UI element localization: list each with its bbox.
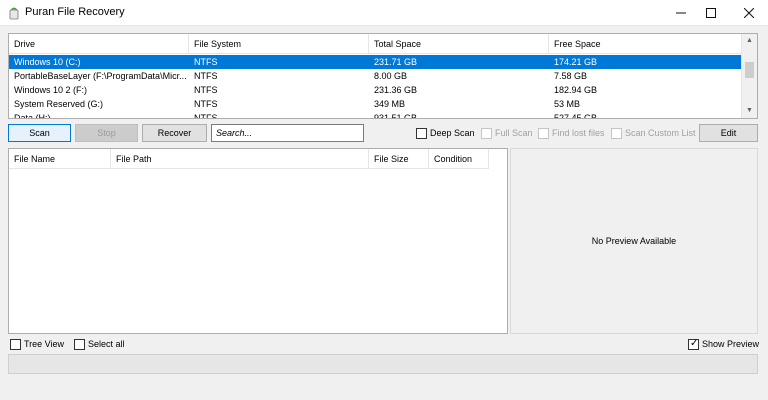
full-scan-checkbox[interactable]: Full Scan — [481, 126, 533, 140]
find-lost-files-checkbox[interactable]: Find lost files — [538, 126, 605, 140]
window-title: Puran File Recovery — [25, 6, 125, 18]
status-bar — [8, 354, 758, 374]
column-header-file-name[interactable]: File Name — [9, 149, 111, 169]
drive-row[interactable]: System Reserved (G:) NTFS 349 MB 53 MB — [9, 97, 742, 111]
show-preview-label: Show Preview — [702, 339, 760, 349]
deep-scan-checkbox[interactable]: Deep Scan — [416, 126, 475, 140]
show-preview-checkbox[interactable]: Show Preview — [688, 337, 759, 351]
column-header-total-space[interactable]: Total Space — [369, 34, 549, 54]
drive-row[interactable]: Data (H:) NTFS 931.51 GB 527.45 GB — [9, 111, 742, 119]
drive-total-space: 8.00 GB — [374, 71, 408, 81]
select-all-box[interactable] — [74, 338, 85, 350]
column-header-drive[interactable]: Drive — [9, 34, 189, 54]
drive-total-space: 231.71 GB — [374, 57, 418, 67]
column-header-free-space[interactable]: Free Space — [549, 34, 742, 54]
column-header-file-path[interactable]: File Path — [111, 149, 369, 169]
drive-row[interactable]: Windows 10 (C:) NTFS 231.71 GB 174.21 GB — [9, 55, 742, 69]
scan-custom-list-label: Scan Custom List — [625, 128, 696, 138]
scroll-up-icon[interactable]: ▲ — [742, 34, 757, 48]
app-icon — [9, 7, 19, 20]
find-lost-files-box[interactable] — [538, 127, 549, 139]
recover-button[interactable]: Recover — [142, 124, 207, 142]
drive-free-space: 53 MB — [554, 99, 581, 109]
maximize-button[interactable] — [696, 0, 726, 26]
tree-view-box[interactable] — [10, 338, 21, 350]
scan-custom-list-checkbox[interactable]: Scan Custom List — [611, 126, 696, 140]
deep-scan-label: Deep Scan — [430, 128, 475, 138]
scan-custom-list-box[interactable] — [611, 127, 622, 139]
edit-button[interactable]: Edit — [699, 124, 758, 142]
stop-button[interactable]: Stop — [75, 124, 138, 142]
tree-view-label: Tree View — [24, 339, 65, 349]
drive-total-space: 931.51 GB — [374, 113, 418, 119]
close-icon — [744, 8, 754, 18]
drive-row[interactable]: Windows 10 2 (F:) NTFS 231.36 GB 182.94 GB — [9, 83, 742, 97]
select-all-label: Select all — [88, 339, 125, 349]
column-header-file-system[interactable]: File System — [189, 34, 369, 54]
drive-free-space: 174.21 GB — [554, 57, 598, 67]
close-button[interactable] — [734, 0, 764, 26]
minimize-icon — [676, 12, 686, 14]
drive-name: Windows 10 2 (F:) — [14, 85, 88, 95]
drive-free-space: 527.45 GB — [554, 113, 598, 119]
drive-free-space: 182.94 GB — [554, 85, 598, 95]
drive-file-system: NTFS — [194, 71, 218, 81]
drive-name: PortableBaseLayer (F:\ProgramData\Micr..… — [14, 71, 187, 81]
drive-name: Data (H:) — [14, 113, 51, 119]
title-bar: Puran File Recovery — [0, 0, 768, 26]
drive-name: System Reserved (G:) — [14, 99, 104, 109]
drive-file-system: NTFS — [194, 85, 218, 95]
drive-file-system: NTFS — [194, 113, 218, 119]
drive-free-space: 7.58 GB — [554, 71, 588, 81]
show-preview-box[interactable] — [688, 338, 699, 350]
drive-total-space: 349 MB — [374, 99, 406, 109]
drive-total-space: 231.36 GB — [374, 85, 418, 95]
scroll-down-icon[interactable]: ▼ — [742, 104, 757, 118]
drive-list[interactable]: Drive File System Total Space Free Space… — [8, 33, 758, 119]
minimize-button[interactable] — [666, 0, 696, 26]
file-list-header: File Name File Path File Size Condition — [9, 149, 489, 169]
scan-button[interactable]: Scan — [8, 124, 71, 142]
column-header-condition[interactable]: Condition — [429, 149, 489, 169]
full-scan-box[interactable] — [481, 127, 492, 139]
maximize-icon — [706, 8, 716, 18]
drive-row[interactable]: PortableBaseLayer (F:\ProgramData\Micr..… — [9, 69, 742, 83]
preview-text: No Preview Available — [591, 236, 677, 246]
select-all-checkbox[interactable]: Select all — [74, 337, 125, 351]
file-list[interactable]: File Name File Path File Size Condition — [8, 148, 508, 334]
scroll-thumb[interactable] — [745, 62, 754, 78]
search-box[interactable] — [211, 124, 364, 142]
full-scan-label: Full Scan — [495, 128, 533, 138]
drive-file-system: NTFS — [194, 57, 218, 67]
drive-name: Windows 10 (C:) — [14, 57, 81, 67]
tree-view-checkbox[interactable]: Tree View — [10, 337, 64, 351]
preview-panel: No Preview Available — [510, 148, 758, 334]
find-lost-files-label: Find lost files — [552, 128, 605, 138]
search-input[interactable] — [212, 125, 363, 141]
column-header-file-size[interactable]: File Size — [369, 149, 429, 169]
drive-file-system: NTFS — [194, 99, 218, 109]
drive-list-header: Drive File System Total Space Free Space — [9, 34, 742, 54]
drive-list-scrollbar[interactable]: ▲ ▼ — [741, 34, 757, 118]
deep-scan-box[interactable] — [416, 127, 427, 139]
